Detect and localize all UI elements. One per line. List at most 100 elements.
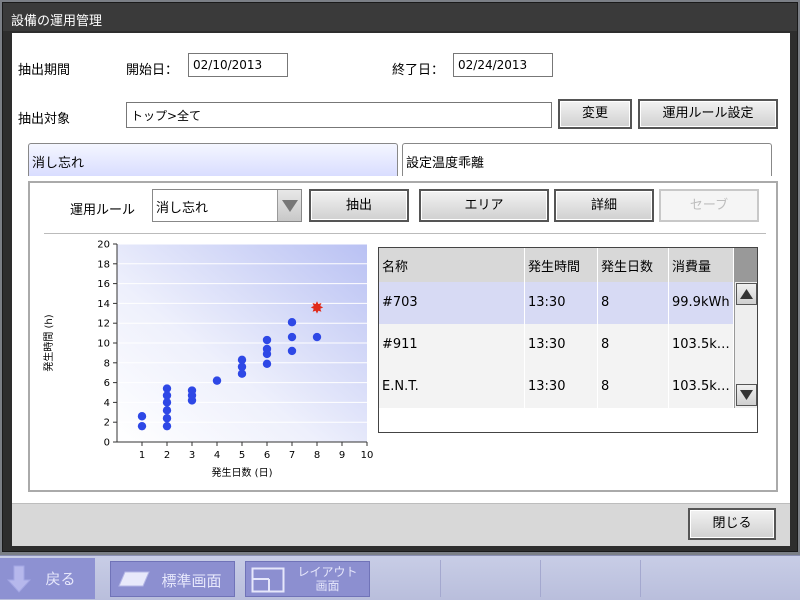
back-label: 戻る xyxy=(45,570,76,588)
data-point xyxy=(287,318,297,327)
standard-screen-label: 標準画面 xyxy=(161,572,222,590)
change-button[interactable]: 変更 xyxy=(558,99,632,129)
y-tick-label: 0 xyxy=(104,438,110,449)
rule-select[interactable]: 消し忘れ xyxy=(152,189,302,222)
data-point xyxy=(262,359,272,368)
cell-days: 8 xyxy=(598,324,669,366)
data-point xyxy=(262,344,272,354)
data-point xyxy=(137,412,147,421)
tab-temp-deviation[interactable]: 設定温度乖離 xyxy=(402,143,772,176)
x-tick-label: 1 xyxy=(139,450,145,461)
save-button: セーブ xyxy=(659,189,759,222)
rule-select-value: 消し忘れ xyxy=(156,201,209,216)
header-time: 発生時間 xyxy=(525,248,598,282)
data-point xyxy=(187,386,197,395)
tab-forgot-off[interactable]: 消し忘れ xyxy=(28,143,398,176)
start-date-input[interactable]: 02/10/2013 xyxy=(188,53,288,77)
cell-time: 13:30 xyxy=(525,324,598,366)
end-date-input[interactable]: 02/24/2013 xyxy=(453,53,553,77)
taskbar-divider xyxy=(440,560,441,597)
y-axis-label: 発生時間 (h) xyxy=(42,314,55,371)
y-tick-label: 8 xyxy=(104,358,110,369)
back-button[interactable]: 戻る xyxy=(0,558,95,599)
cell-time: 13:30 xyxy=(525,366,598,408)
x-tick-label: 8 xyxy=(314,450,320,461)
header-corner xyxy=(734,248,757,282)
dialog-footer: 閉じる xyxy=(12,503,790,546)
layout-icon xyxy=(251,567,285,593)
table-row[interactable]: E.N.T. 13:30 8 103.5k… xyxy=(379,366,734,408)
y-tick-label: 14 xyxy=(97,299,110,310)
area-button[interactable]: エリア xyxy=(419,189,549,222)
arrow-down-icon xyxy=(6,565,32,593)
x-tick-label: 6 xyxy=(264,450,270,461)
target-label: 抽出対象 xyxy=(18,112,71,127)
y-tick-label: 20 xyxy=(97,240,110,251)
target-input[interactable]: トップ>全て xyxy=(126,102,552,128)
detail-button[interactable]: 詳細 xyxy=(554,189,654,222)
data-point xyxy=(162,421,172,431)
cell-days: 8 xyxy=(598,366,669,408)
x-tick-label: 7 xyxy=(289,450,295,461)
cell-consumption: 103.5k… xyxy=(669,324,734,366)
cell-consumption: 99.9kWh xyxy=(669,282,734,324)
rule-setting-button[interactable]: 運用ルール設定 xyxy=(638,99,778,129)
cell-consumption: 103.5k… xyxy=(669,366,734,408)
arrow-up-icon xyxy=(740,289,753,299)
header-name: 名称 xyxy=(379,248,525,282)
y-tick-label: 16 xyxy=(97,279,110,290)
standard-screen-button[interactable]: 標準画面 xyxy=(110,561,235,597)
y-tick-label: 2 xyxy=(104,418,110,429)
period-label: 抽出期間 xyxy=(18,63,71,78)
y-tick-label: 6 xyxy=(104,378,110,389)
data-point xyxy=(162,384,172,393)
end-date-label: 終了日： xyxy=(392,63,445,78)
data-point xyxy=(137,421,147,431)
table-scrollbar[interactable] xyxy=(734,282,757,408)
cell-days: 8 xyxy=(598,282,669,324)
main-window: 設備の運用管理 抽出期間 開始日： 02/10/2013 終了日： 02/24/… xyxy=(2,2,798,552)
y-tick-label: 18 xyxy=(97,259,110,270)
taskbar: 戻る 標準画面 レイアウト 画面 xyxy=(0,555,800,600)
x-tick-label: 5 xyxy=(239,450,245,461)
data-point xyxy=(162,406,172,415)
table-row[interactable]: #703 13:30 8 99.9kWh xyxy=(379,282,734,324)
scroll-down-button[interactable] xyxy=(736,384,757,406)
x-tick-label: 3 xyxy=(189,450,195,461)
data-point xyxy=(237,355,247,365)
x-tick-label: 10 xyxy=(361,450,374,461)
extract-button[interactable]: 抽出 xyxy=(309,189,409,222)
x-axis-label: 発生日数 (日) xyxy=(212,466,273,479)
header-consumption: 消費量 xyxy=(669,248,734,282)
x-tick-label: 4 xyxy=(214,450,220,461)
client-area: 抽出期間 開始日： 02/10/2013 終了日： 02/24/2013 抽出対… xyxy=(12,33,790,503)
taskbar-divider xyxy=(640,560,641,597)
cell-name: E.N.T. xyxy=(379,366,525,408)
arrow-down-icon xyxy=(740,390,753,400)
x-tick-label: 2 xyxy=(164,450,170,461)
table-row[interactable]: #911 13:30 8 103.5k… xyxy=(379,324,734,366)
chevron-down-icon[interactable] xyxy=(277,190,301,221)
cell-name: #703 xyxy=(379,282,525,324)
data-point xyxy=(212,376,222,385)
taskbar-divider xyxy=(540,560,541,597)
header-days: 発生日数 xyxy=(598,248,669,282)
data-point xyxy=(287,332,297,342)
scatter-chart: 024681012141618201 2 3 4 5 6 7 8 9 10 発生日数 (日) 発生… xyxy=(42,240,374,480)
tab-panel: 運用ルール 消し忘れ 抽出 エリア 詳細 セーブ 0 2 4 6 8 10 12 14 16 18… xyxy=(28,181,778,492)
divider xyxy=(44,233,766,234)
layout-screen-button[interactable]: レイアウト 画面 xyxy=(245,561,370,597)
layout-screen-label-2: 画面 xyxy=(315,579,340,593)
y-tick-label: 12 xyxy=(97,319,110,330)
data-point xyxy=(287,346,297,356)
data-point xyxy=(262,335,272,345)
data-point xyxy=(312,332,322,342)
close-button[interactable]: 閉じる xyxy=(688,508,776,540)
x-tick-label: 9 xyxy=(339,450,345,461)
y-tick-label: 4 xyxy=(104,398,110,409)
result-table: 名称 発生時間 発生日数 消費量 #703 13:30 8 99.9kWh #9… xyxy=(378,247,758,433)
scroll-up-button[interactable] xyxy=(736,283,757,305)
layout-screen-label-1: レイアウト xyxy=(297,565,358,579)
start-date-label: 開始日： xyxy=(126,63,179,78)
rule-label: 運用ルール xyxy=(70,203,136,218)
